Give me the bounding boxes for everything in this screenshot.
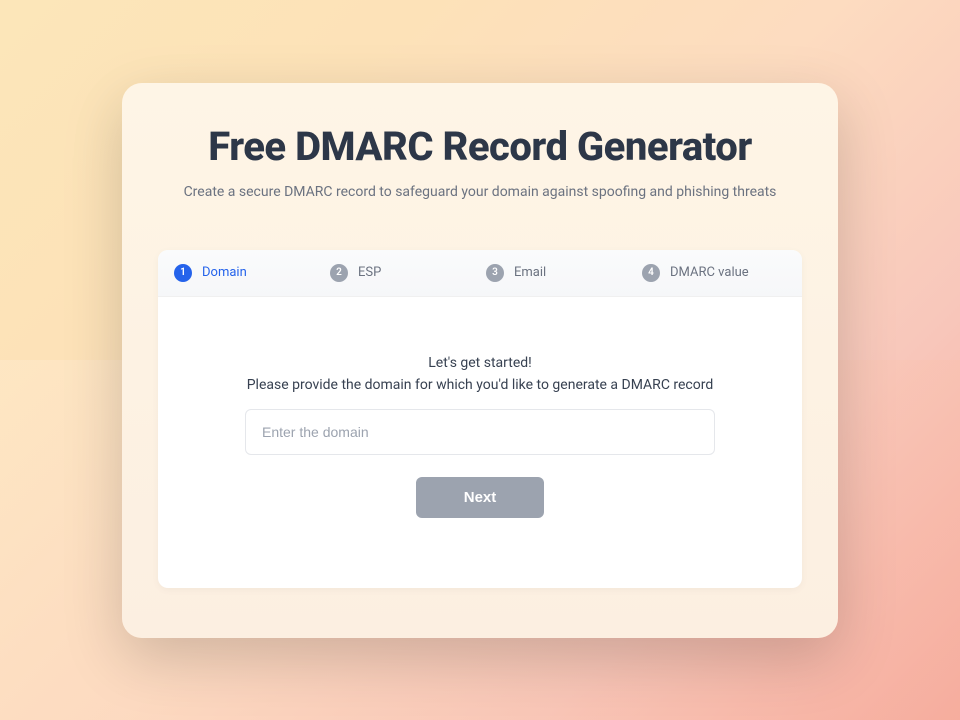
step-esp[interactable]: 2 ESP xyxy=(324,264,480,282)
page-title: Free DMARC Record Generator xyxy=(158,123,802,170)
next-button[interactable]: Next xyxy=(416,477,545,518)
step-number: 2 xyxy=(330,264,348,282)
stepper: 1 Domain 2 ESP 3 Email 4 DMARC value xyxy=(158,250,802,297)
intro-line-2: Please provide the domain for which you'… xyxy=(188,377,772,393)
step-number: 4 xyxy=(642,264,660,282)
step-dmarc-value[interactable]: 4 DMARC value xyxy=(636,264,792,282)
step-label: ESP xyxy=(358,265,381,280)
step-domain[interactable]: 1 Domain xyxy=(168,264,324,282)
stepper-panel: 1 Domain 2 ESP 3 Email 4 DMARC value Let… xyxy=(158,250,802,588)
step-label: Email xyxy=(514,265,546,280)
main-card: Free DMARC Record Generator Create a sec… xyxy=(122,83,838,638)
intro-line-1: Let's get started! xyxy=(188,355,772,371)
step-email[interactable]: 3 Email xyxy=(480,264,636,282)
step-number: 3 xyxy=(486,264,504,282)
page-subtitle: Create a secure DMARC record to safeguar… xyxy=(158,184,802,200)
step-number: 1 xyxy=(174,264,192,282)
step-label: Domain xyxy=(202,265,247,280)
step-label: DMARC value xyxy=(670,265,749,280)
form-content: Let's get started! Please provide the do… xyxy=(158,297,802,588)
domain-input[interactable] xyxy=(245,409,715,455)
